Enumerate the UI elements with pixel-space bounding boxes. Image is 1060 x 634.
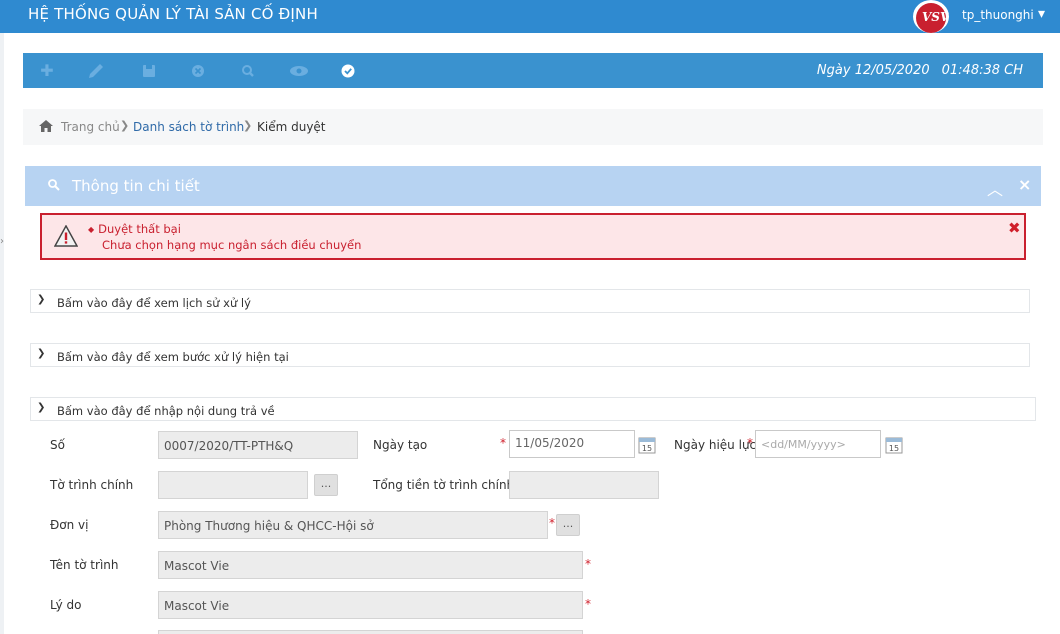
app-title: HỆ THỐNG QUẢN LÝ TÀI SẢN CỐ ĐỊNH [28, 5, 318, 23]
breadcrumb-list[interactable]: Danh sách tờ trình [133, 120, 244, 134]
cancel-icon[interactable] [188, 61, 208, 81]
close-panel-icon[interactable]: × [1018, 175, 1031, 194]
return-content-section-toggle[interactable]: ❯ Bấm vào đây để nhập nội dung trả về [30, 397, 1036, 421]
tong-tien-field[interactable] [509, 471, 659, 499]
page-left-edge [0, 33, 4, 634]
to-trinh-chinh-lookup-button[interactable]: ... [314, 474, 338, 496]
required-mark: * [585, 557, 591, 571]
action-toolbar: ✚ Ngày 12/05/2020 01:48:38 CH [23, 53, 1043, 88]
required-mark: * [585, 597, 591, 611]
add-icon[interactable]: ✚ [37, 61, 57, 81]
breadcrumb-separator-icon: ❯ [243, 119, 253, 132]
approve-icon[interactable] [338, 61, 358, 81]
required-mark: * [549, 516, 555, 530]
detail-panel-header: Thông tin chi tiết ︿ × [25, 166, 1041, 206]
breadcrumb-separator-icon: ❯ [120, 119, 130, 132]
current-datetime: Ngày 12/05/2020 01:48:38 CH [816, 63, 1023, 78]
chevron-right-icon: ❯ [37, 294, 46, 305]
current-step-section-toggle[interactable]: ❯ Bấm vào đây để xem bước xử lý hiện tại [30, 343, 1030, 367]
search-icon[interactable] [238, 61, 258, 81]
next-field-partial[interactable] [158, 630, 583, 634]
ngay-tao-field[interactable]: 11/05/2020 [509, 430, 635, 458]
ten-to-trinh-field[interactable]: Mascot Vie [158, 551, 583, 579]
don-vi-label: Đơn vị [50, 518, 89, 532]
svg-text:15: 15 [889, 444, 899, 453]
alert-message: Chưa chọn hạng mục ngân sách điều chuyển [102, 238, 362, 252]
edit-icon[interactable] [86, 61, 106, 81]
home-icon[interactable] [39, 120, 53, 132]
to-trinh-chinh-label: Tờ trình chính [50, 478, 134, 492]
company-logo: VSV [913, 0, 949, 33]
breadcrumb-current: Kiểm duyệt [257, 120, 326, 134]
chevron-right-icon: ❯ [37, 402, 46, 413]
save-icon[interactable] [139, 61, 159, 81]
calendar-icon[interactable]: 15 [885, 436, 903, 454]
required-mark: * [500, 436, 506, 450]
to-trinh-chinh-field[interactable] [158, 471, 308, 499]
don-vi-field[interactable]: Phòng Thương hiệu & QHCC-Hội sở [158, 511, 548, 539]
ngay-tao-label: Ngày tạo [373, 438, 428, 452]
search-icon [48, 179, 60, 191]
calendar-icon[interactable]: 15 [638, 436, 656, 454]
so-field[interactable]: 0007/2020/TT-PTH&Q [158, 431, 358, 459]
panel-title: Thông tin chi tiết [72, 177, 200, 195]
view-icon[interactable] [288, 61, 308, 81]
warning-icon [54, 225, 78, 247]
alert-title: ◆ Duyệt thất bại [88, 222, 181, 236]
username[interactable]: tp_thuonghie [962, 8, 1034, 22]
ten-to-trinh-label: Tên tờ trình [50, 558, 119, 572]
tong-tien-label: Tổng tiền tờ trình chính [373, 478, 515, 492]
ly-do-field[interactable]: Mascot Vie [158, 591, 583, 619]
user-menu-caret-icon[interactable]: ▾ [1038, 6, 1045, 22]
chevron-right-icon: ❯ [37, 348, 46, 359]
history-section-toggle[interactable]: ❯ Bấm vào đây để xem lịch sử xử lý [30, 289, 1030, 313]
breadcrumb: Trang chủ ❯ Danh sách tờ trình ❯ Kiểm du… [23, 109, 1043, 145]
so-label: Số [50, 438, 65, 452]
svg-text:15: 15 [642, 444, 652, 453]
error-alert: ◆ Duyệt thất bại Chưa chọn hạng mục ngân … [40, 213, 1026, 260]
close-alert-icon[interactable]: ✖ [1008, 219, 1021, 237]
breadcrumb-home[interactable]: Trang chủ [61, 120, 120, 134]
ngay-hieu-luc-field[interactable]: <dd/MM/yyyy> [755, 430, 881, 458]
ly-do-label: Lý do [50, 598, 82, 612]
required-mark: * [747, 436, 753, 450]
side-collapse-icon[interactable]: › [0, 236, 4, 247]
app-header: HỆ THỐNG QUẢN LÝ TÀI SẢN CỐ ĐỊNH VSV tp_… [0, 0, 1060, 33]
ngay-hieu-luc-label: Ngày hiệu lực [674, 438, 757, 452]
don-vi-lookup-button[interactable]: ... [556, 514, 580, 536]
collapse-panel-icon[interactable]: ︿ [987, 176, 1003, 200]
